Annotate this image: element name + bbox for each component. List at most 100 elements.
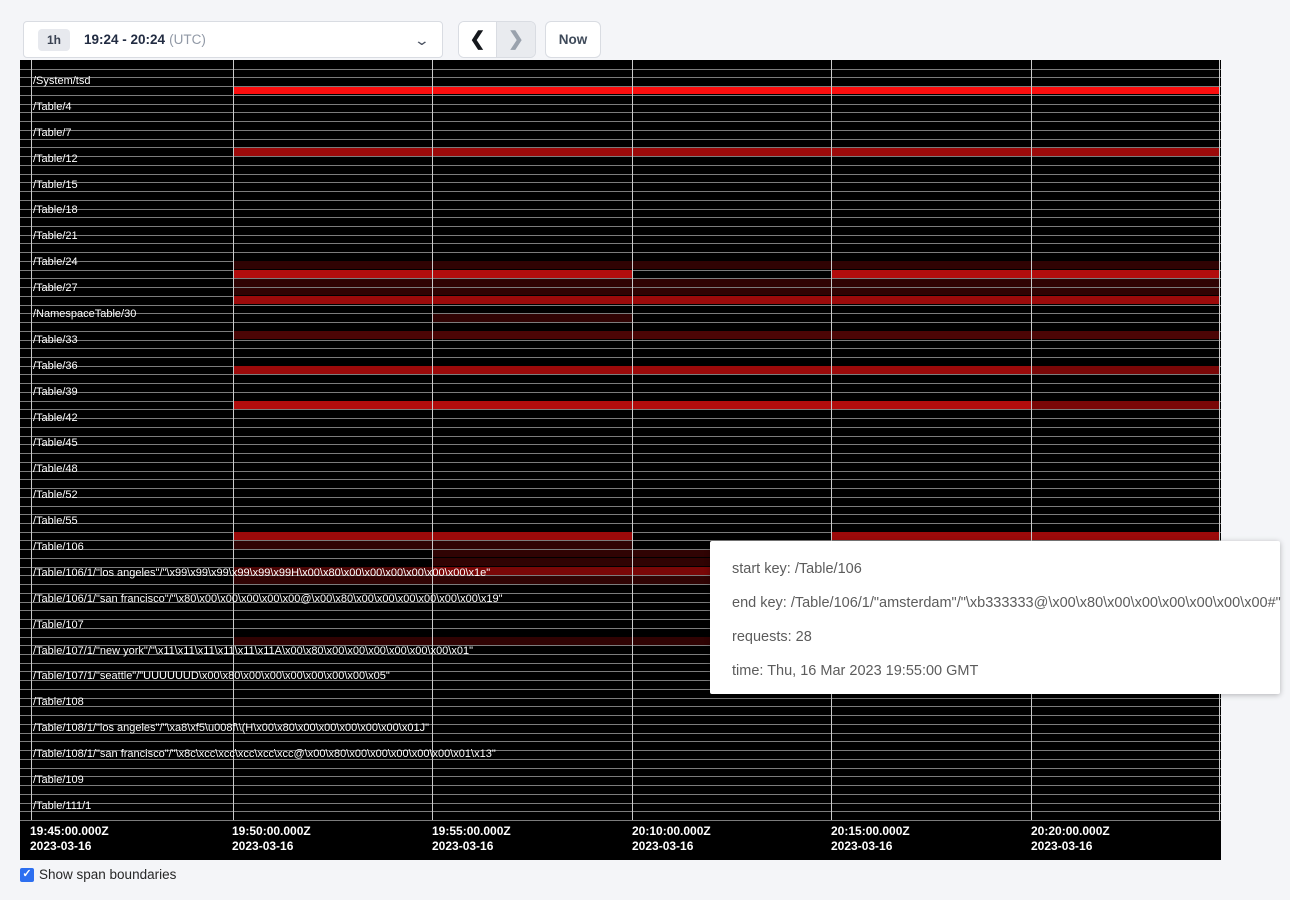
heatmap-cell[interactable] xyxy=(233,331,432,339)
heatmap-plot[interactable]: /System/tsd/Table/4/Table/7/Table/12/Tab… xyxy=(20,60,1221,860)
heatmap-cell[interactable] xyxy=(831,331,1031,339)
heatmap-cell[interactable] xyxy=(632,279,831,287)
span-boundary-line xyxy=(20,156,1221,157)
heatmap-cell[interactable] xyxy=(831,401,1031,409)
span-boundary-line xyxy=(20,252,1221,253)
footer: ✓ Show span boundaries xyxy=(20,867,176,882)
heatmap-cell[interactable] xyxy=(233,401,432,409)
heatmap-cell[interactable] xyxy=(233,288,432,296)
heatmap-cell[interactable] xyxy=(432,288,632,296)
span-label: /Table/27 xyxy=(33,282,78,295)
x-axis-date-label: 2023-03-16 xyxy=(30,839,91,853)
heatmap-cell[interactable] xyxy=(432,550,632,558)
heatmap-cell[interactable] xyxy=(831,261,1031,269)
heatmap-cell[interactable] xyxy=(432,314,632,322)
span-boundary-line xyxy=(20,112,1221,113)
span-boundary-line xyxy=(20,217,1221,218)
span-label: /Table/106 xyxy=(33,541,84,554)
heatmap-cell[interactable] xyxy=(831,270,1031,278)
heatmap-cell[interactable] xyxy=(432,558,632,566)
heatmap-cell[interactable] xyxy=(831,288,1031,296)
heatmap-cell[interactable] xyxy=(1031,261,1219,269)
heatmap-cell[interactable] xyxy=(632,87,831,95)
heatmap-cell[interactable] xyxy=(1031,87,1219,95)
span-label: /Table/106/1/"los angeles"/"\x99\x99\x99… xyxy=(33,567,490,580)
heatmap-cell[interactable] xyxy=(432,279,632,287)
span-boundary-line xyxy=(20,453,1221,454)
heatmap-cell[interactable] xyxy=(632,148,831,156)
span-boundary-line xyxy=(20,69,1221,70)
heatmap-cell[interactable] xyxy=(831,87,1031,95)
span-boundary-line xyxy=(20,715,1221,716)
heatmap-cell[interactable] xyxy=(632,401,831,409)
heatmap-cell[interactable] xyxy=(632,261,831,269)
tooltip-start-key: start key: /Table/106 xyxy=(732,552,1258,586)
heatmap-cell[interactable] xyxy=(233,296,432,304)
x-axis-time-label: 19:50:00.000Z xyxy=(232,824,311,838)
heatmap-cell[interactable] xyxy=(432,148,632,156)
heatmap-cell[interactable] xyxy=(233,87,432,95)
span-boundary-line xyxy=(20,462,1221,463)
heatmap-cell[interactable] xyxy=(831,366,1031,374)
span-boundary-line xyxy=(20,243,1221,244)
range-duration-badge: 1h xyxy=(38,29,70,51)
heatmap-cell[interactable] xyxy=(432,270,632,278)
span-label: /Table/7 xyxy=(33,127,72,140)
heatmap-cell[interactable] xyxy=(233,148,432,156)
heatmap-cell[interactable] xyxy=(233,261,432,269)
span-boundary-line xyxy=(20,357,1221,358)
prev-time-button[interactable]: ❮ xyxy=(459,22,497,57)
x-axis-time-label: 20:15:00.000Z xyxy=(831,824,910,838)
heatmap-cell[interactable] xyxy=(831,296,1031,304)
heatmap-cell[interactable] xyxy=(1031,148,1219,156)
heatmap-cell[interactable] xyxy=(1031,401,1219,409)
heatmap-cell[interactable] xyxy=(1031,532,1219,540)
span-boundary-line xyxy=(20,741,1221,742)
heatmap-cell[interactable] xyxy=(432,261,632,269)
heatmap-cell[interactable] xyxy=(1031,270,1219,278)
heatmap-cell[interactable] xyxy=(432,401,632,409)
span-boundary-line xyxy=(20,130,1221,131)
heatmap-cell[interactable] xyxy=(831,279,1031,287)
heatmap-cell[interactable] xyxy=(1031,279,1219,287)
heatmap-cell[interactable] xyxy=(1031,366,1219,374)
heatmap-cell[interactable] xyxy=(233,270,432,278)
heatmap-cell[interactable] xyxy=(432,366,632,374)
heatmap-cell[interactable] xyxy=(632,366,831,374)
show-span-boundaries-label: Show span boundaries xyxy=(39,867,176,882)
heatmap-cell[interactable] xyxy=(233,366,432,374)
span-boundary-line xyxy=(20,427,1221,428)
time-range-select[interactable]: 1h 19:24 - 20:24 (UTC) ⌄ xyxy=(23,21,443,58)
heatmap-cell[interactable] xyxy=(432,532,632,540)
heatmap-cell[interactable] xyxy=(233,541,432,549)
heatmap-cell[interactable] xyxy=(831,148,1031,156)
span-boundary-line xyxy=(20,820,1221,821)
next-time-button[interactable]: ❯ xyxy=(497,22,535,57)
heatmap-cell[interactable] xyxy=(432,331,632,339)
heatmap-cell[interactable] xyxy=(831,532,1031,540)
heatmap-cell[interactable] xyxy=(632,296,831,304)
heatmap-cell[interactable] xyxy=(1031,288,1219,296)
span-label: /Table/45 xyxy=(33,437,78,450)
time-gridline xyxy=(831,60,832,820)
x-axis-time-label: 19:55:00.000Z xyxy=(432,824,511,838)
x-axis-time-label: 19:45:00.000Z xyxy=(30,824,109,838)
heatmap-cell[interactable] xyxy=(432,296,632,304)
heatmap-cell[interactable] xyxy=(1031,331,1219,339)
heatmap-cell[interactable] xyxy=(1031,296,1219,304)
span-label: /Table/39 xyxy=(33,386,78,399)
heatmap-cell[interactable] xyxy=(632,331,831,339)
heatmap-cell[interactable] xyxy=(233,532,432,540)
span-boundary-line xyxy=(20,768,1221,769)
heatmap-cell[interactable] xyxy=(632,288,831,296)
tooltip-requests: requests: 28 xyxy=(732,620,1258,654)
chevron-right-icon: ❯ xyxy=(508,28,524,51)
heatmap-cell[interactable] xyxy=(432,87,632,95)
heatmap-cell[interactable] xyxy=(233,279,432,287)
show-span-boundaries-checkbox[interactable]: ✓ xyxy=(20,868,34,882)
now-button[interactable]: Now xyxy=(545,21,601,58)
span-boundary-line xyxy=(20,226,1221,227)
heatmap-cell[interactable] xyxy=(432,541,632,549)
span-label: /Table/21 xyxy=(33,230,78,243)
span-boundary-line xyxy=(20,209,1221,210)
